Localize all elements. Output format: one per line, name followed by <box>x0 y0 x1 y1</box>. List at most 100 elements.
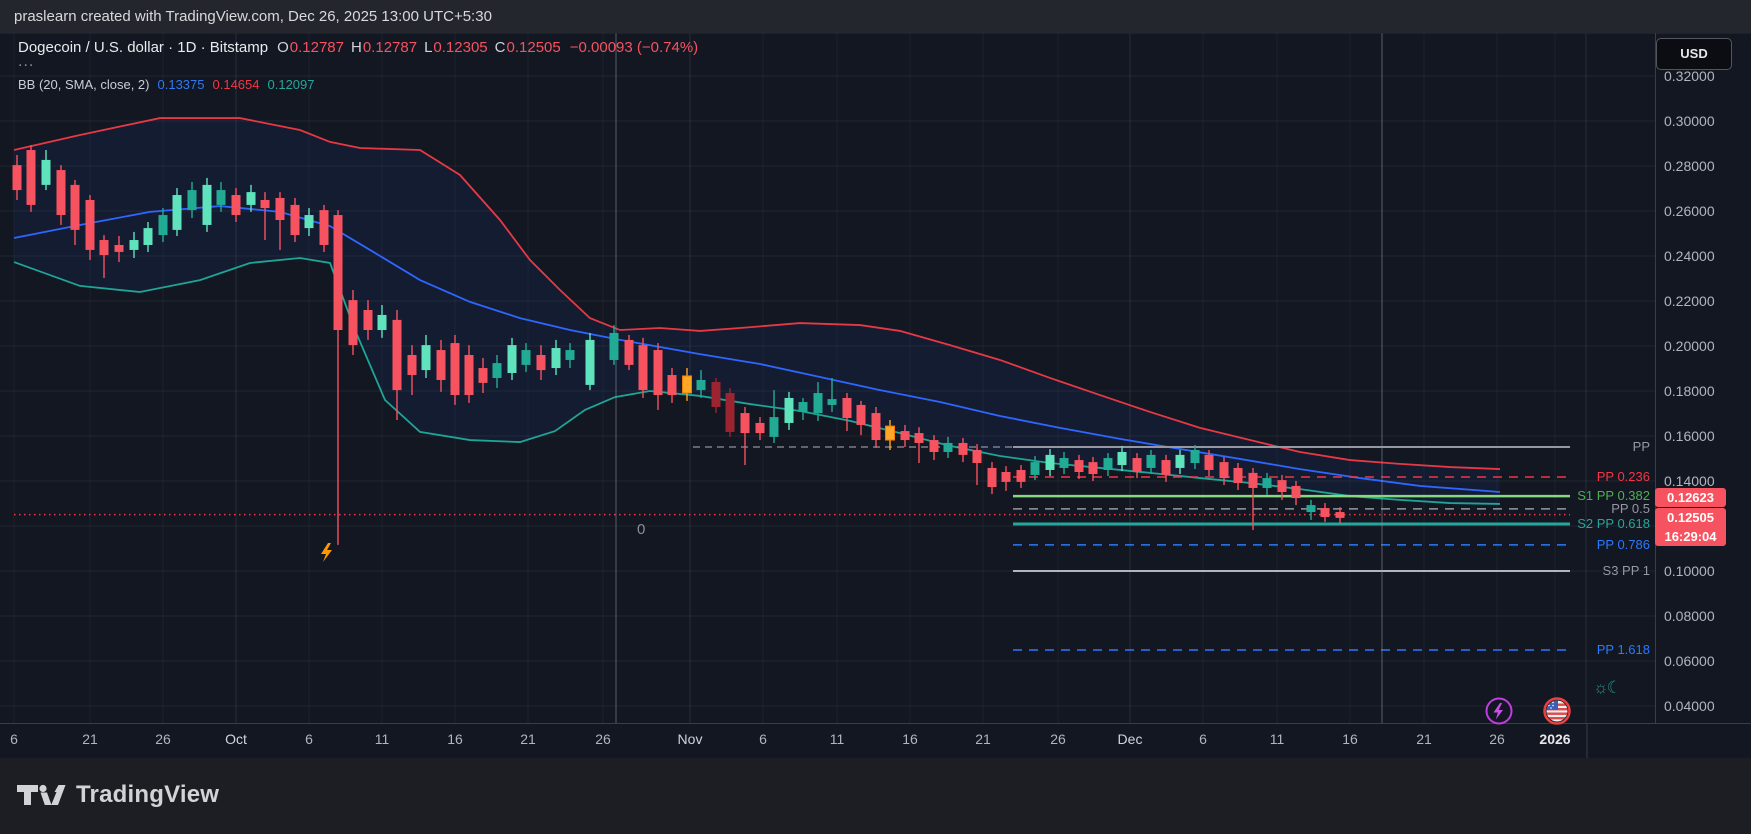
pivot-label-pp: PP <box>1633 439 1650 454</box>
flag-star <box>1552 702 1554 704</box>
candle-body <box>1292 486 1301 498</box>
price-tick-label: 0.04000 <box>1664 698 1715 714</box>
indicator-legend-row[interactable]: BB (20, SMA, close, 2) 0.13375 0.14654 0… <box>18 77 315 92</box>
symbol-legend-row[interactable]: Dogecoin / U.S. dollar · 1D · Bitstamp O… <box>18 39 698 56</box>
candle-body <box>173 195 182 230</box>
pivot-label-pp-0-786: PP 0.786 <box>1597 537 1650 552</box>
candle-body <box>159 215 168 235</box>
candle[interactable] <box>1017 465 1026 488</box>
candle-body <box>1263 478 1272 488</box>
candle-body <box>276 198 285 220</box>
flag-stripe <box>1546 713 1568 715</box>
candle-body <box>1336 512 1345 518</box>
candle-body <box>1104 458 1113 470</box>
candle-body <box>843 398 852 418</box>
candle-body <box>1205 455 1214 470</box>
bar-countdown-timer: 16:29:04 <box>1655 527 1726 546</box>
tradingview-logo[interactable]: TradingView <box>16 780 219 810</box>
lightning-bolt-marker <box>321 543 332 562</box>
drawing-zero-label: 0 <box>637 521 645 538</box>
candle-body <box>1002 472 1011 482</box>
change-value: −0.00093 (−0.74%) <box>570 39 698 56</box>
s1-cross-price: 0.12623 <box>1655 488 1726 507</box>
candle[interactable] <box>1249 468 1258 530</box>
flag-star <box>1552 705 1554 707</box>
candle[interactable] <box>973 444 982 485</box>
candle-body <box>697 380 706 390</box>
candle[interactable] <box>1321 503 1330 522</box>
indicator-name[interactable]: BB (20, SMA, close, 2) <box>18 77 150 92</box>
floating-icons <box>1487 699 1570 724</box>
candle[interactable] <box>320 205 329 252</box>
candle-body <box>988 468 997 487</box>
candle-body <box>1176 455 1185 468</box>
time-tick-label: 26 <box>1489 731 1505 747</box>
price-tick-label: 0.28000 <box>1664 158 1715 174</box>
candle-body <box>915 433 924 443</box>
candle[interactable] <box>1002 466 1011 491</box>
price-tick-label: 0.10000 <box>1664 563 1715 579</box>
candle[interactable] <box>334 210 343 545</box>
candle-body <box>217 190 226 205</box>
candle[interactable] <box>654 343 663 410</box>
last-price-countdown-box: 0.12505 16:29:04 <box>1655 508 1726 546</box>
candle-body <box>408 355 417 375</box>
candle-body <box>828 399 837 405</box>
ohlc-item: H0.12787 <box>351 39 417 56</box>
legend-more-button[interactable]: ... <box>18 55 34 69</box>
pivot-label-s3-pp-1: S3 PP 1 <box>1603 563 1650 578</box>
candle[interactable] <box>726 388 735 437</box>
candle[interactable] <box>586 333 595 390</box>
bb-basis-value: 0.13375 <box>158 77 205 92</box>
time-tick-label: 2026 <box>1539 731 1570 747</box>
symbol-title[interactable]: Dogecoin / U.S. dollar · 1D · Bitstamp <box>18 39 268 56</box>
candle[interactable] <box>173 188 182 236</box>
candle-body <box>13 165 22 190</box>
candle-body <box>334 215 343 330</box>
candle-body <box>552 348 561 368</box>
candle-body <box>726 393 735 432</box>
candle-body <box>261 200 270 208</box>
candle-body <box>639 345 648 390</box>
candle-body <box>712 382 721 407</box>
candle[interactable] <box>625 335 634 370</box>
candle-body <box>785 398 794 423</box>
candle-body <box>1162 460 1171 475</box>
attribution-text: praslearn created with TradingView.com, … <box>14 8 492 25</box>
candle[interactable] <box>1307 500 1316 520</box>
price-tick-label: 0.20000 <box>1664 338 1715 354</box>
candle-body <box>71 185 80 230</box>
candle-body <box>1321 508 1330 517</box>
candle[interactable] <box>639 338 648 398</box>
candle-body <box>668 375 677 395</box>
tradingview-logo-icon <box>16 780 66 810</box>
candle-body <box>479 368 488 383</box>
candle[interactable] <box>872 407 881 448</box>
currency-toggle-button[interactable]: USD <box>1656 38 1732 70</box>
pivot-label-pp-1-618: PP 1.618 <box>1597 642 1650 657</box>
candle[interactable] <box>988 462 997 494</box>
candle[interactable] <box>27 145 36 212</box>
price-label-box-s1cross: 0.12623 <box>1655 488 1726 507</box>
time-tick-label: 26 <box>1050 731 1066 747</box>
candle-body <box>493 363 502 378</box>
candle-body <box>508 345 517 373</box>
attribution-bar: praslearn created with TradingView.com, … <box>0 0 1751 33</box>
candle-body <box>1060 458 1069 468</box>
candle[interactable] <box>203 178 212 232</box>
candle[interactable] <box>712 378 721 413</box>
time-tick-label: 16 <box>1342 731 1358 747</box>
candle-body <box>27 150 36 205</box>
candle-body <box>741 413 750 433</box>
candle[interactable] <box>451 335 460 405</box>
candle[interactable] <box>857 401 866 435</box>
candle-body <box>86 200 95 250</box>
candle-body <box>1249 473 1258 488</box>
candle-body <box>625 340 634 365</box>
time-tick-label: 6 <box>305 731 313 747</box>
footer-bar: TradingView <box>0 758 1751 834</box>
candle[interactable] <box>843 393 852 431</box>
candle-body <box>57 170 66 215</box>
candle-body <box>886 426 895 440</box>
candle-body <box>1234 468 1243 483</box>
